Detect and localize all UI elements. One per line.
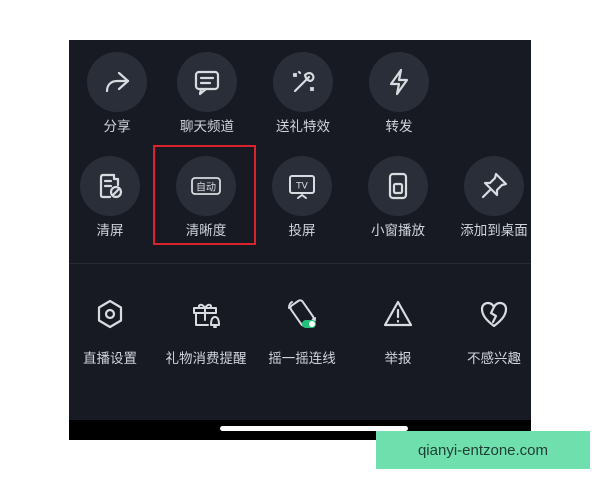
shake-connect-label: 摇一摇连线	[268, 351, 336, 367]
settings-hexagon-icon	[80, 284, 140, 344]
mini-window-icon	[368, 156, 428, 216]
chat-channel-button[interactable]: 聊天频道	[159, 52, 255, 137]
tv-cast-label: 投屏	[288, 223, 316, 239]
gift-effect-button[interactable]: 送礼特效	[255, 52, 351, 137]
shake-connect-button[interactable]: 摇一摇连线	[254, 284, 350, 369]
tv-cast-button[interactable]: TV 投屏	[254, 156, 350, 241]
forward-label: 转发	[385, 119, 413, 135]
chat-channel-icon	[177, 52, 237, 112]
forward-button[interactable]: 转发	[351, 52, 447, 137]
not-interested-button[interactable]: 不感兴趣	[446, 284, 531, 369]
gift-reminder-button[interactable]: 礼物消费提醒	[158, 284, 254, 369]
gift-effect-label: 送礼特效	[276, 119, 330, 135]
share-options-panel: 分享 聊天频道 送礼特效 转发 清屏 自动 清晰度 TV 投屏 小窗播放 添加到…	[69, 40, 531, 440]
tv-cast-icon: TV	[272, 156, 332, 216]
lightning-icon	[369, 52, 429, 112]
report-button[interactable]: 举报	[350, 284, 446, 369]
add-to-desktop-label: 添加到桌面	[460, 223, 528, 239]
warning-icon	[368, 284, 428, 344]
share-button[interactable]: 分享	[69, 52, 165, 137]
gift-bell-icon	[176, 284, 236, 344]
gift-effect-icon	[273, 52, 333, 112]
svg-text:TV: TV	[295, 182, 308, 192]
not-interested-label: 不感兴趣	[467, 351, 521, 367]
highlight-box	[153, 145, 256, 245]
clear-screen-label: 清屏	[96, 223, 124, 239]
live-settings-button[interactable]: 直播设置	[69, 284, 158, 369]
live-settings-label: 直播设置	[83, 351, 137, 367]
broken-heart-icon	[464, 284, 524, 344]
watermark: qianyi-entzone.com	[376, 431, 590, 469]
mini-window-label: 小窗播放	[371, 223, 425, 239]
share-icon	[87, 52, 147, 112]
chat-channel-label: 聊天频道	[180, 119, 234, 135]
share-label: 分享	[103, 119, 131, 135]
add-to-desktop-button[interactable]: 添加到桌面	[446, 156, 531, 241]
gift-reminder-label: 礼物消费提醒	[165, 351, 247, 367]
shake-connect-icon	[272, 284, 332, 344]
mini-window-button[interactable]: 小窗播放	[350, 156, 446, 241]
section-divider	[69, 263, 531, 264]
report-label: 举报	[384, 351, 412, 367]
clear-screen-icon	[80, 156, 140, 216]
pin-icon	[464, 156, 524, 216]
clear-screen-button[interactable]: 清屏	[69, 156, 158, 241]
